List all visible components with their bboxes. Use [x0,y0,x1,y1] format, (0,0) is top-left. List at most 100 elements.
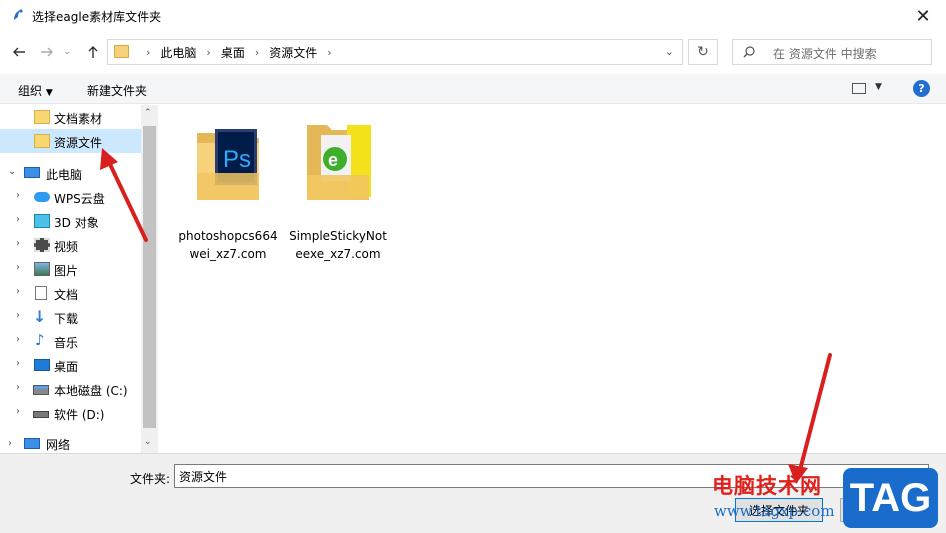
address-bar[interactable]: › 此电脑 › 桌面 › 资源文件 › ⌄ [107,39,683,65]
new-folder-button[interactable]: 新建文件夹 [87,82,147,99]
sidebar-item-label: WPS云盘 [54,192,105,206]
sidebar-item-downloads[interactable]: › ↓ 下载 [0,305,141,329]
chevron-right-icon[interactable]: › [16,262,20,273]
navigation-bar: ⌄ › 此电脑 › 桌面 › 资源文件 › ⌄ ↻ 在 资源文件 中搜索 [0,34,946,70]
svg-text:e: e [328,150,338,170]
watermark-url: www.tagxp.com [714,502,835,520]
chevron-right-icon: › [327,45,332,59]
sidebar-item-3d-objects[interactable]: › 3D 对象 [0,209,141,233]
picture-icon [34,262,50,276]
chevron-right-icon[interactable]: › [16,238,20,249]
breadcrumb-item[interactable]: 资源文件 [269,44,317,61]
desktop-icon [34,359,50,371]
chevron-right-icon[interactable]: › [16,190,20,201]
file-item[interactable]: Ps photoshopcs664wei_xz7.com [178,123,278,263]
chevron-right-icon[interactable]: › [16,214,20,225]
forward-button[interactable] [36,41,58,63]
search-input[interactable]: 在 资源文件 中搜索 [732,39,932,65]
watermark-text: 电脑技术网 [712,474,822,498]
breadcrumb: › 此电脑 › 桌面 › 资源文件 › [136,40,342,64]
sidebar-item-desktop[interactable]: › 桌面 [0,353,141,377]
sidebar-item-label: 下载 [54,312,79,326]
download-icon: ↓ [33,307,47,326]
sidebar-item-label: 音乐 [54,336,79,350]
title-bar: 选择eagle素材库文件夹 ✕ [0,0,946,32]
scrollbar-thumb[interactable] [143,126,156,428]
arrow-right-icon [41,47,53,57]
back-button[interactable] [8,41,30,63]
chevron-down-icon: ⌄ [63,47,71,57]
chevron-down-icon[interactable]: ⌄ [8,166,16,177]
search-placeholder: 在 资源文件 中搜索 [773,47,877,61]
recent-locations-button[interactable]: ⌄ [60,41,74,63]
chevron-right-icon[interactable]: › [16,286,20,297]
sidebar-item-label: 本地磁盘 (C:) [54,384,128,398]
sidebar-item-network[interactable]: › 网络 [0,433,141,453]
folder-label: 文件夹: [130,472,171,486]
organize-button[interactable]: 组织 ▼ [18,82,53,99]
chevron-right-icon: › [254,45,260,59]
refresh-button[interactable]: ↻ [688,39,718,65]
file-name: SimpleStickyNoteexe_xz7.com [289,229,387,261]
chevron-down-icon[interactable]: ⌄ [665,45,674,58]
sidebar-item-resource-files[interactable]: 资源文件 [0,129,141,153]
chevron-right-icon[interactable]: › [8,438,12,449]
file-item[interactable]: e SimpleStickyNoteexe_xz7.com [288,123,388,263]
chevron-right-icon: › [146,45,151,59]
file-list: Ps photoshopcs664wei_xz7.com e SimpleSti… [158,105,946,453]
watermark: 电脑技术网 www.tagxp.com TAG [706,466,946,533]
scroll-up-icon[interactable]: ⌃ [144,108,152,118]
sidebar-item-software-d[interactable]: › 软件 (D:) [0,401,141,425]
file-name: photoshopcs664wei_xz7.com [178,229,278,261]
arrow-left-icon [13,47,25,57]
sidebar-item-pictures[interactable]: › 图片 [0,257,141,281]
breadcrumb-item[interactable]: 桌面 [221,44,245,61]
view-options-icon[interactable] [852,83,866,94]
caret-down-icon[interactable]: ▼ [875,82,882,92]
app-icon [14,9,23,20]
sidebar-item-music[interactable]: › ♪ 音乐 [0,329,141,353]
computer-icon [24,167,40,178]
sidebar-item-wps-cloud[interactable]: › WPS云盘 [0,185,141,209]
chevron-right-icon[interactable]: › [16,358,20,369]
photoshop-folder-icon: Ps [197,129,259,200]
help-icon[interactable]: ? [913,80,930,97]
sidebar-item-label: 3D 对象 [54,216,99,230]
chevron-right-icon[interactable]: › [16,382,20,393]
sidebar-item-label: 图片 [54,264,79,278]
drive-icon [33,385,49,395]
folder-icon [34,110,50,124]
sidebar-item-documents[interactable]: › 文档 [0,281,141,305]
folder-icon [34,134,50,148]
close-button[interactable]: ✕ [900,0,946,32]
sidebar-item-label: 软件 (D:) [54,408,105,422]
scroll-down-icon[interactable]: ⌄ [144,437,152,447]
chevron-right-icon[interactable]: › [16,406,20,417]
refresh-icon: ↻ [697,44,709,60]
cloud-icon [34,192,50,202]
navigation-pane: 文档素材 资源文件 ⌄ 此电脑 › WPS云盘 › 3D 对象 › 视频 › 图… [0,105,158,453]
sidebar-item-this-pc[interactable]: ⌄ 此电脑 [0,161,141,185]
network-icon [24,438,40,449]
cube-icon [34,214,50,228]
chevron-right-icon[interactable]: › [16,334,20,345]
chevron-right-icon[interactable]: › [16,310,20,321]
video-icon [34,238,50,252]
sidebar-item-label: 资源文件 [54,136,103,150]
toolbar: 组织 ▼ 新建文件夹 ▼ ? [0,74,946,104]
close-icon: ✕ [915,5,931,27]
sidebar-item-label: 网络 [46,438,71,452]
sticky-note-folder-icon: e [307,125,371,200]
sidebar-item-videos[interactable]: › 视频 [0,233,141,257]
breadcrumb-item[interactable]: 此电脑 [160,44,196,61]
sidebar-item-documents-material[interactable]: 文档素材 [0,105,141,129]
sidebar-item-label: 桌面 [54,360,79,374]
up-button[interactable] [82,41,104,63]
caret-down-icon: ▼ [45,88,53,98]
sidebar-item-label: 此电脑 [46,168,83,182]
watermark-logo: TAG [843,468,938,528]
window-title: 选择eagle素材库文件夹 [32,10,162,24]
sidebar-item-label: 视频 [54,240,79,254]
sidebar-item-local-disk-c[interactable]: › 本地磁盘 (C:) [0,377,141,401]
document-icon [35,286,47,300]
